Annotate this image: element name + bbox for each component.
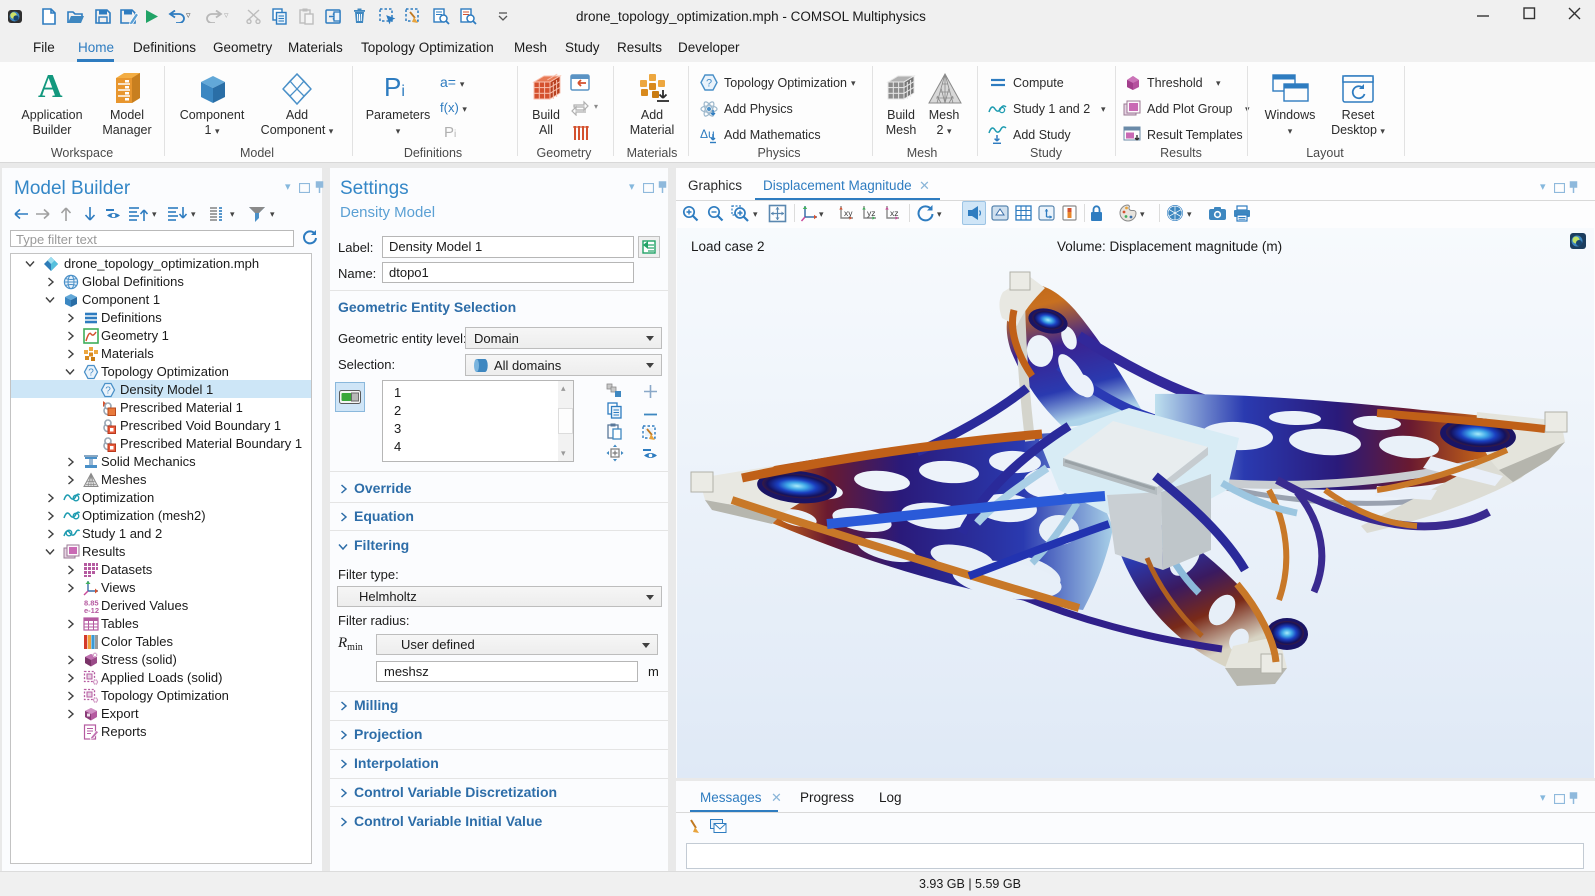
svg-text:?: ? — [105, 386, 111, 397]
svg-text:yz: yz — [867, 208, 876, 218]
svg-text:?: ? — [88, 368, 94, 379]
svg-text:e-12: e-12 — [84, 606, 99, 614]
svg-text:?: ? — [706, 78, 712, 90]
svg-text:xz: xz — [890, 208, 899, 218]
svg-text:xy: xy — [844, 208, 853, 218]
